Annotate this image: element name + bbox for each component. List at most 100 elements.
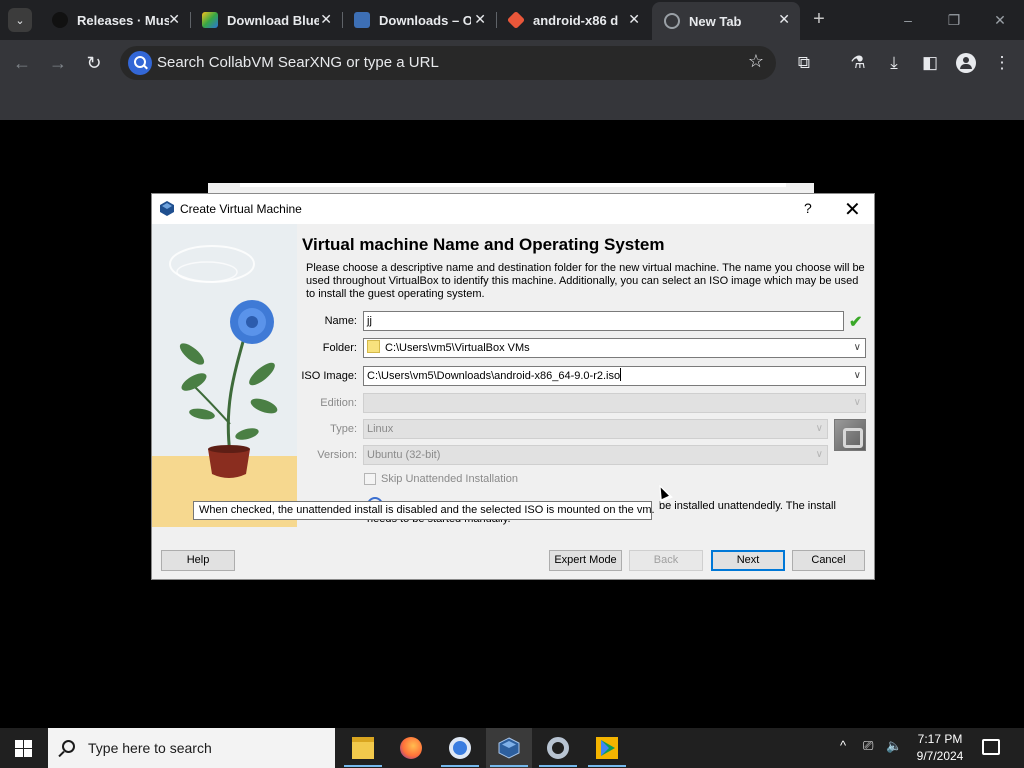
chevron-down-icon: ∨ bbox=[853, 397, 861, 408]
git-icon bbox=[506, 10, 526, 30]
close-window-button[interactable]: ✕ bbox=[990, 10, 1010, 30]
tab-downloads[interactable]: Downloads – O ✕ bbox=[342, 6, 496, 34]
name-label: Name: bbox=[324, 315, 357, 327]
virtualbox-button[interactable] bbox=[486, 728, 532, 768]
browser-tab-strip: ⌄ Releases · Mus ✕ Download Blue ✕ Downl… bbox=[0, 0, 1024, 40]
tab-releases[interactable]: Releases · Mus ✕ bbox=[40, 6, 190, 34]
skip-unattended-checkbox[interactable] bbox=[364, 473, 376, 485]
github-icon bbox=[52, 12, 68, 28]
version-label: Version: bbox=[317, 449, 357, 461]
windows-start-icon[interactable] bbox=[15, 740, 32, 757]
flower-pot-illustration bbox=[169, 245, 278, 478]
close-tab-icon[interactable]: ✕ bbox=[474, 11, 486, 28]
search-engine-icon bbox=[128, 51, 152, 75]
text-caret bbox=[620, 368, 622, 381]
play-store-icon bbox=[596, 737, 618, 759]
network-icon[interactable]: ⎚ bbox=[863, 738, 873, 754]
iso-image-select[interactable]: C:\Users\vm5\Downloads\android-x86_64-9.… bbox=[363, 366, 866, 386]
chevron-down-icon: ∨ bbox=[815, 423, 823, 434]
profile-avatar[interactable] bbox=[956, 53, 976, 73]
back-button[interactable]: ← bbox=[10, 52, 34, 76]
close-tab-icon[interactable]: ✕ bbox=[320, 11, 332, 28]
side-panel-icon[interactable]: ◧ bbox=[918, 52, 942, 76]
close-icon[interactable]: ✕ bbox=[844, 197, 861, 222]
help-button[interactable]: Help bbox=[161, 550, 235, 571]
restore-button[interactable]: ❐ bbox=[944, 10, 964, 30]
chrome-button[interactable] bbox=[437, 728, 483, 768]
search-placeholder: Type here to search bbox=[88, 740, 212, 756]
tab-title: android-x86 d bbox=[533, 12, 619, 28]
extensions-icon[interactable]: ⧉ bbox=[792, 52, 816, 76]
chevron-down-icon: ∨ bbox=[853, 342, 861, 353]
close-tab-icon[interactable]: ✕ bbox=[778, 11, 790, 28]
running-indicator bbox=[344, 765, 382, 767]
folder-value: C:\Users\vm5\VirtualBox VMs bbox=[385, 342, 530, 354]
minimize-icon: – bbox=[904, 12, 912, 28]
os-type-icon bbox=[834, 419, 866, 451]
windows-taskbar: Type here to search ^ ⎚ 🔈 7:17 PM 9/7/20… bbox=[0, 728, 1024, 768]
arrow-left-icon: ← bbox=[13, 53, 31, 73]
back-button[interactable]: Back bbox=[629, 550, 703, 571]
tab-title: Releases · Mus bbox=[77, 12, 169, 28]
virtualbox-icon bbox=[160, 201, 174, 216]
dialog-titlebar[interactable]: Create Virtual Machine ? ✕ bbox=[152, 194, 874, 224]
edition-select[interactable]: ∨ bbox=[363, 393, 866, 413]
arrow-right-icon: → bbox=[49, 53, 67, 73]
globe-icon bbox=[664, 13, 680, 29]
close-tab-icon[interactable]: ✕ bbox=[628, 11, 640, 28]
plus-icon: + bbox=[813, 8, 825, 30]
next-button[interactable]: Next bbox=[711, 550, 785, 571]
name-field[interactable]: jj bbox=[363, 311, 844, 331]
version-select[interactable]: Ubuntu (32-bit) ∨ bbox=[363, 445, 828, 465]
menu-kebab-icon[interactable]: ⋮ bbox=[990, 52, 1014, 76]
bookmark-star-icon[interactable]: ☆ bbox=[748, 51, 764, 72]
iso-value: C:\Users\vm5\Downloads\android-x86_64-9.… bbox=[367, 370, 621, 382]
virtualbox-icon bbox=[498, 737, 520, 759]
bluestacks-icon bbox=[202, 12, 218, 28]
close-icon: ✕ bbox=[994, 12, 1006, 28]
download-icon[interactable]: ⤓ bbox=[882, 52, 906, 76]
skip-unattended-label[interactable]: Skip Unattended Installation bbox=[381, 473, 518, 485]
new-tab-button[interactable]: + bbox=[808, 9, 830, 31]
expert-mode-button[interactable]: Expert Mode bbox=[549, 550, 622, 571]
tab-title: Downloads – O bbox=[379, 12, 471, 28]
chrome-icon bbox=[449, 737, 471, 759]
settings-button[interactable] bbox=[535, 728, 581, 768]
notification-icon[interactable] bbox=[982, 739, 1000, 755]
type-select[interactable]: Linux ∨ bbox=[363, 419, 828, 439]
firefox-icon bbox=[400, 737, 422, 759]
taskbar-search-box[interactable]: Type here to search bbox=[48, 728, 335, 768]
clock-date: 9/7/2024 bbox=[916, 749, 964, 763]
running-indicator bbox=[490, 765, 528, 767]
tab-title: Download Blue bbox=[227, 12, 319, 28]
name-value: jj bbox=[367, 315, 372, 327]
play-store-button[interactable] bbox=[584, 728, 630, 768]
iso-label: ISO Image: bbox=[301, 370, 357, 382]
folder-icon bbox=[367, 340, 380, 353]
labs-flask-icon[interactable]: ⚗ bbox=[846, 52, 870, 76]
tab-bluestacks[interactable]: Download Blue ✕ bbox=[190, 6, 342, 34]
cancel-button[interactable]: Cancel bbox=[792, 550, 865, 571]
reload-button[interactable]: ↻ bbox=[82, 52, 106, 76]
volume-muted-icon[interactable]: 🔈 bbox=[886, 738, 902, 754]
file-explorer-button[interactable] bbox=[340, 728, 386, 768]
folder-select[interactable]: C:\Users\vm5\VirtualBox VMs ∨ bbox=[363, 338, 866, 358]
running-indicator bbox=[539, 765, 577, 767]
tray-overflow-icon[interactable]: ^ bbox=[840, 738, 846, 753]
help-question-icon[interactable]: ? bbox=[804, 200, 812, 216]
firefox-button[interactable] bbox=[388, 728, 434, 768]
minimize-button[interactable]: – bbox=[898, 10, 918, 30]
create-vm-dialog: Create Virtual Machine ? ✕ Virtual machi… bbox=[151, 193, 875, 580]
wizard-illustration bbox=[152, 224, 297, 527]
close-tab-icon[interactable]: ✕ bbox=[168, 11, 180, 28]
address-bar[interactable]: Search CollabVM SearXNG or type a URL ☆ bbox=[120, 46, 776, 80]
page-description: Please choose a descriptive name and des… bbox=[306, 262, 865, 300]
forward-button[interactable]: → bbox=[46, 52, 70, 76]
tab-android-x86[interactable]: android-x86 d ✕ bbox=[496, 6, 650, 34]
tab-search-button[interactable]: ⌄ bbox=[8, 8, 32, 32]
name-valid-check-icon: ✔ bbox=[849, 314, 863, 331]
running-indicator bbox=[588, 765, 626, 767]
browser-toolbar: ← → ↻ Search CollabVM SearXNG or type a … bbox=[0, 40, 1024, 86]
tab-new-tab[interactable]: New Tab ✕ bbox=[652, 2, 800, 40]
system-clock[interactable]: 7:17 PM 9/7/2024 bbox=[914, 731, 966, 765]
